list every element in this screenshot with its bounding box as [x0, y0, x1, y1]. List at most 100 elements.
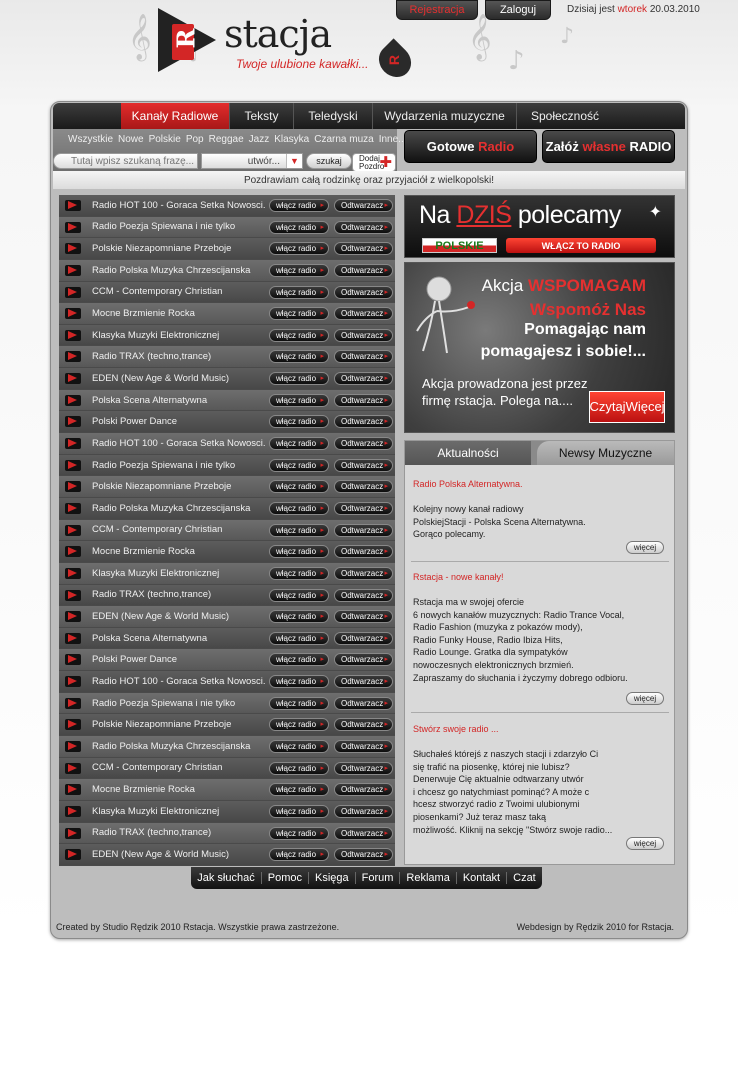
turn-on-radio-button[interactable]: włącz radio: [269, 696, 329, 710]
tab-music-news[interactable]: Newsy Muzyczne: [537, 441, 674, 465]
turn-on-radio-button[interactable]: włącz radio: [269, 653, 329, 667]
station-name[interactable]: CCM - Contemporary Christian: [92, 524, 222, 535]
player-button[interactable]: Odtwarzacz: [334, 804, 393, 818]
turn-on-radio-button[interactable]: włącz radio: [269, 566, 329, 580]
station-name[interactable]: Klasyka Muzyki Elektronicznej: [92, 806, 219, 817]
login-button[interactable]: Zaloguj: [485, 0, 551, 20]
station-name[interactable]: Radio Polska Muzyka Chrzescijanska: [92, 265, 250, 276]
station-name[interactable]: Radio HOT 100 - Goraca Setka Nowosci.: [92, 676, 266, 687]
station-name[interactable]: Radio TRAX (techno,trance): [92, 351, 211, 362]
station-name[interactable]: EDEN (New Age & World Music): [92, 373, 229, 384]
player-button[interactable]: Odtwarzacz: [334, 696, 393, 710]
station-name[interactable]: Radio Poezja Spiewana i nie tylko: [92, 221, 235, 232]
footer-link-forum[interactable]: Forum: [356, 872, 401, 884]
genre-jazz[interactable]: Jazz: [249, 134, 270, 145]
player-button[interactable]: Odtwarzacz: [334, 480, 393, 494]
turn-on-radio-button[interactable]: włącz radio: [269, 480, 329, 494]
station-name[interactable]: Klasyka Muzyki Elektronicznej: [92, 568, 219, 579]
more-button[interactable]: więcej: [626, 541, 664, 554]
genre-classical[interactable]: Klasyka: [274, 134, 309, 145]
turn-on-radio-button[interactable]: włącz radio: [269, 458, 329, 472]
turn-on-radio-button[interactable]: włącz radio: [269, 350, 329, 364]
more-button[interactable]: więcej: [626, 692, 664, 705]
station-name[interactable]: Polskie Niezapomniane Przeboje: [92, 719, 231, 730]
turn-on-radio-button[interactable]: włącz radio: [269, 610, 329, 624]
player-button[interactable]: Odtwarzacz: [334, 826, 393, 840]
genre-new[interactable]: Nowe: [118, 134, 144, 145]
turn-on-radio-button[interactable]: włącz radio: [269, 263, 329, 277]
player-button[interactable]: Odtwarzacz: [334, 242, 393, 256]
player-button[interactable]: Odtwarzacz: [334, 199, 393, 212]
play-featured-radio-button[interactable]: WŁĄCZ TO RADIO: [506, 238, 656, 253]
station-name[interactable]: Klasyka Muzyki Elektronicznej: [92, 330, 219, 341]
genre-pop[interactable]: Pop: [186, 134, 204, 145]
search-button[interactable]: szukaj: [306, 153, 352, 169]
featured-station-logo[interactable]: POLSKIE: [422, 238, 497, 253]
player-button[interactable]: Odtwarzacz: [334, 372, 393, 386]
genre-all[interactable]: Wszystkie: [68, 134, 113, 145]
turn-on-radio-button[interactable]: włącz radio: [269, 848, 329, 862]
station-name[interactable]: EDEN (New Age & World Music): [92, 611, 229, 622]
more-button[interactable]: więcej: [626, 837, 664, 850]
tab-music-events[interactable]: Wydarzenia muzyczne: [373, 103, 517, 129]
turn-on-radio-button[interactable]: włącz radio: [269, 393, 329, 407]
player-button[interactable]: Odtwarzacz: [334, 848, 393, 862]
turn-on-radio-button[interactable]: włącz radio: [269, 826, 329, 840]
player-button[interactable]: Odtwarzacz: [334, 566, 393, 580]
player-button[interactable]: Odtwarzacz: [334, 437, 393, 451]
player-button[interactable]: Odtwarzacz: [334, 350, 393, 364]
turn-on-radio-button[interactable]: włącz radio: [269, 199, 329, 212]
station-name[interactable]: Radio Polska Muzyka Chrzescijanska: [92, 503, 250, 514]
add-greeting-button[interactable]: Dodaj Pozdro ✚: [352, 153, 396, 172]
player-button[interactable]: Odtwarzacz: [334, 588, 393, 602]
station-name[interactable]: Polski Power Dance: [92, 416, 177, 427]
station-name[interactable]: CCM - Contemporary Christian: [92, 286, 222, 297]
news-title[interactable]: Rstacja - nowe kanały!: [413, 572, 668, 582]
station-name[interactable]: Radio TRAX (techno,trance): [92, 827, 211, 838]
turn-on-radio-button[interactable]: włącz radio: [269, 242, 329, 256]
player-button[interactable]: Odtwarzacz: [334, 458, 393, 472]
station-name[interactable]: Radio HOT 100 - Goraca Setka Nowosci.: [92, 200, 266, 211]
station-name[interactable]: Mocne Brzmienie Rocka: [92, 546, 195, 557]
turn-on-radio-button[interactable]: włącz radio: [269, 631, 329, 645]
turn-on-radio-button[interactable]: włącz radio: [269, 545, 329, 559]
player-button[interactable]: Odtwarzacz: [334, 761, 393, 775]
turn-on-radio-button[interactable]: włącz radio: [269, 372, 329, 386]
player-button[interactable]: Odtwarzacz: [334, 220, 393, 234]
genre-reggae[interactable]: Reggae: [209, 134, 244, 145]
station-name[interactable]: EDEN (New Age & World Music): [92, 849, 229, 860]
station-name[interactable]: Radio TRAX (techno,trance): [92, 589, 211, 600]
tab-radio-channels[interactable]: Kanały Radiowe: [121, 103, 230, 129]
genre-black-music[interactable]: Czarna muza: [314, 134, 373, 145]
turn-on-radio-button[interactable]: włącz radio: [269, 307, 329, 321]
turn-on-radio-button[interactable]: włącz radio: [269, 740, 329, 754]
news-title[interactable]: Radio Polska Alternatywna.: [413, 479, 668, 489]
read-more-button[interactable]: Czytaj Więcej: [589, 391, 665, 423]
genre-other[interactable]: Inne...: [379, 134, 407, 145]
station-name[interactable]: Polska Scena Alternatywna: [92, 395, 207, 406]
station-name[interactable]: CCM - Contemporary Christian: [92, 762, 222, 773]
footer-link-how-to-listen[interactable]: Jak słuchać: [191, 872, 262, 884]
ready-radio-button[interactable]: Gotowe Radio: [404, 130, 537, 163]
station-name[interactable]: Radio Poezja Spiewana i nie tylko: [92, 460, 235, 471]
station-name[interactable]: Polska Scena Alternatywna: [92, 633, 207, 644]
player-button[interactable]: Odtwarzacz: [334, 631, 393, 645]
player-button[interactable]: Odtwarzacz: [334, 740, 393, 754]
station-name[interactable]: Mocne Brzmienie Rocka: [92, 784, 195, 795]
search-input[interactable]: [53, 153, 198, 169]
player-button[interactable]: Odtwarzacz: [334, 718, 393, 732]
player-button[interactable]: Odtwarzacz: [334, 415, 393, 429]
player-button[interactable]: Odtwarzacz: [334, 307, 393, 321]
tab-music-videos[interactable]: Teledyski: [294, 103, 373, 129]
footer-link-help[interactable]: Pomoc: [262, 872, 309, 884]
turn-on-radio-button[interactable]: włącz radio: [269, 328, 329, 342]
turn-on-radio-button[interactable]: włącz radio: [269, 501, 329, 515]
create-own-radio-button[interactable]: Załóż własne RADIO: [542, 130, 675, 163]
station-name[interactable]: Polskie Niezapomniane Przeboje: [92, 243, 231, 254]
player-button[interactable]: Odtwarzacz: [334, 523, 393, 537]
player-button[interactable]: Odtwarzacz: [334, 675, 393, 689]
station-name[interactable]: Radio HOT 100 - Goraca Setka Nowosci.: [92, 438, 266, 449]
tab-community[interactable]: Społeczność: [517, 103, 613, 129]
station-name[interactable]: Mocne Brzmienie Rocka: [92, 308, 195, 319]
turn-on-radio-button[interactable]: włącz radio: [269, 523, 329, 537]
